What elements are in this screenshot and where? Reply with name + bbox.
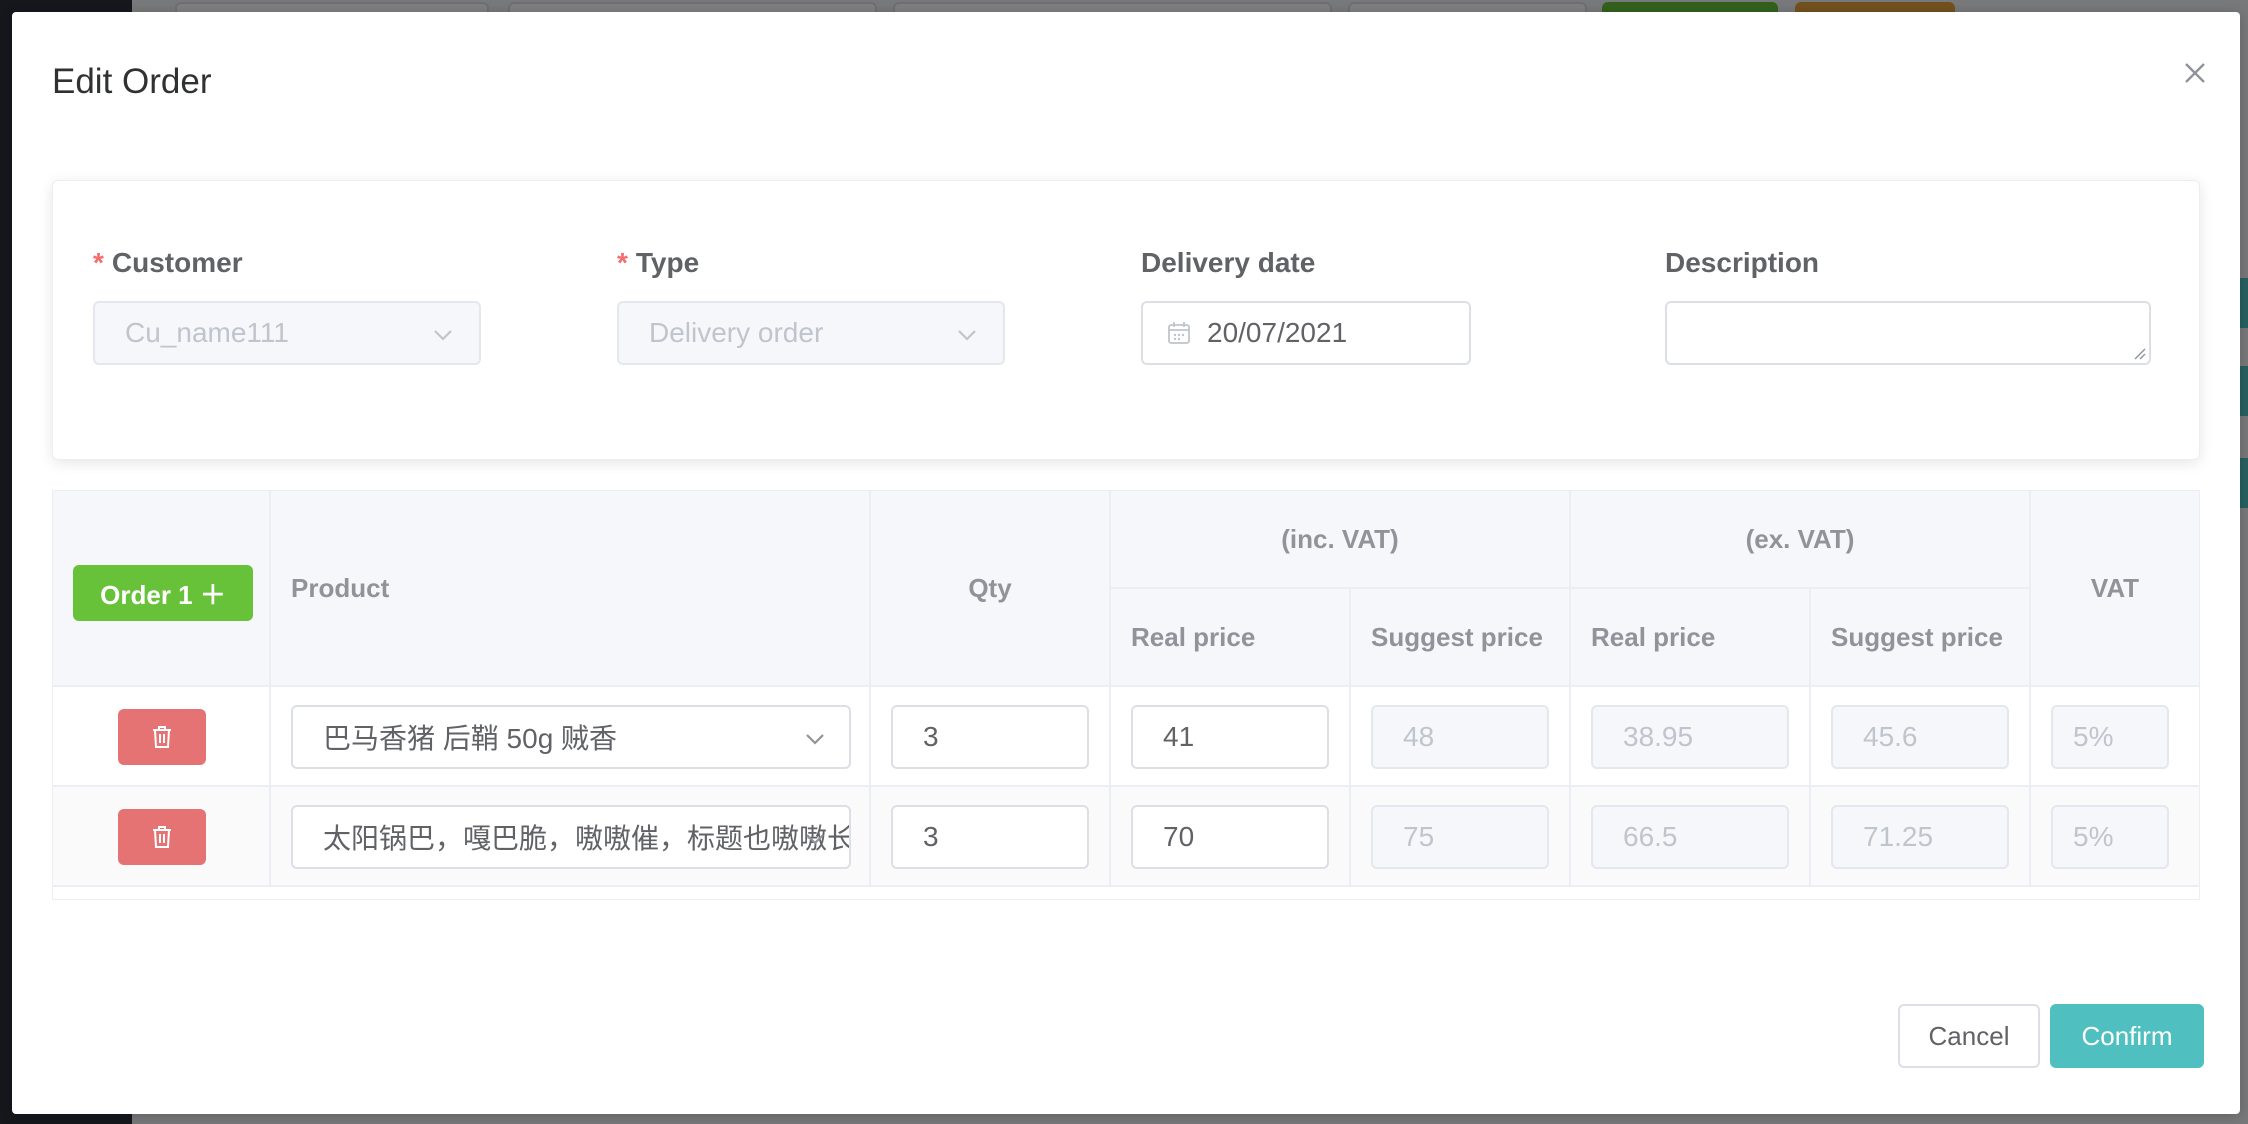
delivery-date-label: Delivery date — [1141, 247, 1316, 278]
qty-input[interactable]: 3 — [891, 705, 1089, 769]
order-form-card: * Customer Cu_name111 * Type Delivery orde… — [52, 180, 2200, 460]
product-select[interactable]: 太阳锅巴，嘎巴脆，嗷嗷催，标题也嗷嗷长 — [291, 805, 851, 869]
customer-select-value: Cu_name111 — [125, 317, 289, 348]
customer-label: * Customer — [93, 247, 243, 287]
required-mark: * — [617, 247, 628, 278]
header-inc-suggest-price: Suggest price — [1351, 589, 1571, 687]
table-row: 巴马香猪 后鞘 50g 贼香 3 41 48 38.95 45.6 5% — [53, 687, 2199, 787]
table-row: 太阳锅巴，嘎巴脆，嗷嗷催，标题也嗷嗷长 3 70 75 66.5 71.25 5… — [53, 787, 2199, 887]
close-icon — [2185, 63, 2205, 83]
inc-suggest-price-input: 75 — [1371, 805, 1549, 869]
inc-real-price-cell: 41 — [1111, 687, 1351, 787]
type-label: * Type — [617, 247, 699, 287]
product-select[interactable]: 巴马香猪 后鞘 50g 贼香 — [291, 705, 851, 769]
vat-cell: 5% — [2031, 787, 2199, 887]
chevron-down-icon — [958, 330, 976, 341]
inc-suggest-price-cell: 48 — [1351, 687, 1571, 787]
resize-handle-icon[interactable] — [2131, 345, 2147, 361]
vat-cell: 5% — [2031, 687, 2199, 787]
order-items-table: Order 1 ＋ Product Qty (inc. VAT) (ex. VA… — [52, 490, 2200, 900]
delivery-date-value: 20/07/2021 — [1207, 317, 1348, 348]
calendar-icon — [1168, 322, 1190, 344]
row-actions-cell — [53, 787, 271, 887]
inc-real-price-cell: 70 — [1111, 787, 1351, 887]
cancel-button[interactable]: Cancel — [1898, 1004, 2040, 1068]
header-ex-suggest-price: Suggest price — [1811, 589, 2031, 687]
header-qty: Qty — [871, 491, 1111, 687]
delivery-date-field: Delivery date 20/07/2021 — [1141, 247, 1471, 365]
type-select-value: Delivery order — [649, 317, 824, 348]
delivery-date-picker[interactable]: 20/07/2021 — [1141, 301, 1471, 365]
chevron-down-icon — [434, 330, 452, 341]
description-textarea[interactable] — [1665, 301, 2151, 365]
trash-icon — [153, 826, 171, 848]
customer-select[interactable]: Cu_name111 — [93, 301, 481, 365]
delete-row-button[interactable] — [118, 709, 206, 765]
close-button[interactable] — [2178, 56, 2212, 90]
product-select-value: 巴马香猪 后鞘 50g 贼香 — [323, 723, 618, 754]
ex-suggest-price-input: 71.25 — [1831, 805, 2009, 869]
ex-suggest-price-cell: 71.25 — [1811, 787, 2031, 887]
header-ex-vat: (ex. VAT) — [1571, 491, 2031, 589]
edit-order-dialog: Edit Order * Customer Cu_name111 * Type De… — [12, 12, 2240, 1114]
add-order-button[interactable]: Order 1 ＋ — [73, 565, 253, 621]
inc-suggest-price-input: 48 — [1371, 705, 1549, 769]
header-inc-real-price: Real price — [1111, 589, 1351, 687]
vat-input: 5% — [2051, 805, 2169, 869]
description-label: Description — [1665, 247, 1820, 278]
inc-real-price-input[interactable]: 41 — [1131, 705, 1329, 769]
header-product: Product — [271, 491, 871, 687]
header-inc-vat: (inc. VAT) — [1111, 491, 1571, 589]
dialog-title: Edit Order — [52, 62, 212, 101]
qty-cell: 3 — [871, 787, 1111, 887]
chevron-down-icon — [806, 834, 824, 845]
header-actions-cell: Order 1 ＋ — [53, 491, 271, 687]
ex-suggest-price-input: 45.6 — [1831, 705, 2009, 769]
delete-row-button[interactable] — [118, 809, 206, 865]
ex-real-price-input: 38.95 — [1591, 705, 1789, 769]
chevron-down-icon — [806, 734, 824, 745]
required-mark: * — [93, 247, 104, 278]
header-vat: VAT — [2031, 491, 2199, 687]
qty-cell: 3 — [871, 687, 1111, 787]
product-cell: 巴马香猪 后鞘 50g 贼香 — [271, 687, 871, 787]
ex-suggest-price-cell: 45.6 — [1811, 687, 2031, 787]
inc-real-price-input[interactable]: 70 — [1131, 805, 1329, 869]
confirm-button[interactable]: Confirm — [2050, 1004, 2204, 1068]
trash-icon — [153, 726, 171, 748]
ex-real-price-cell: 38.95 — [1571, 687, 1811, 787]
vat-input: 5% — [2051, 705, 2169, 769]
header-ex-real-price: Real price — [1571, 589, 1811, 687]
customer-label-text: Customer — [111, 247, 243, 278]
customer-field: * Customer Cu_name111 — [93, 247, 481, 365]
ex-real-price-input: 66.5 — [1591, 805, 1789, 869]
ex-real-price-cell: 66.5 — [1571, 787, 1811, 887]
description-field: Description — [1665, 247, 2151, 365]
product-cell: 太阳锅巴，嘎巴脆，嗷嗷催，标题也嗷嗷长 — [271, 787, 871, 887]
type-field: * Type Delivery order — [617, 247, 1005, 365]
product-select-value: 太阳锅巴，嘎巴脆，嗷嗷催，标题也嗷嗷长 — [323, 823, 851, 854]
type-select[interactable]: Delivery order — [617, 301, 1005, 365]
row-actions-cell — [53, 687, 271, 787]
type-label-text: Type — [635, 247, 700, 278]
inc-suggest-price-cell: 75 — [1351, 787, 1571, 887]
qty-input[interactable]: 3 — [891, 805, 1089, 869]
